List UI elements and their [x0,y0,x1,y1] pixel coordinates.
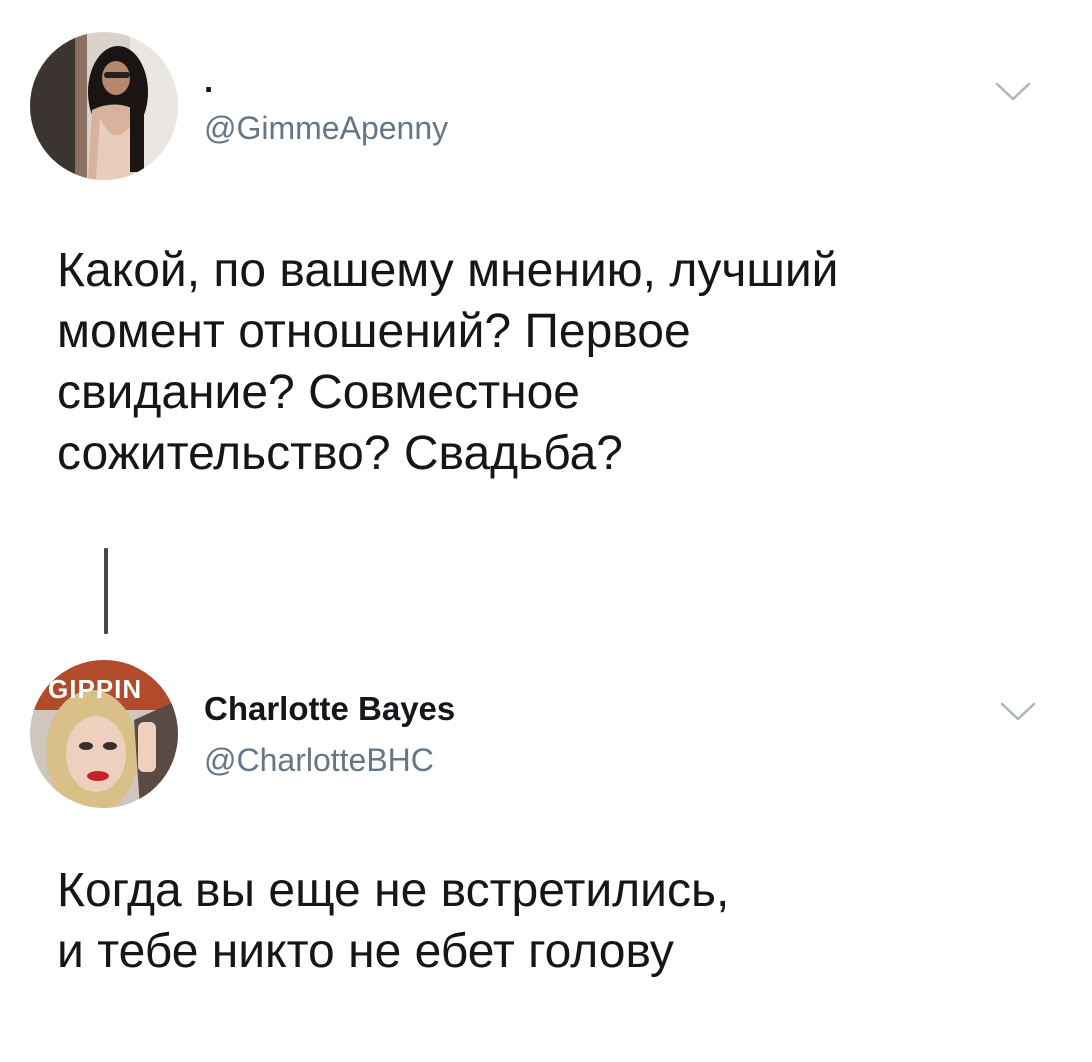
display-name[interactable]: Charlotte Bayes [204,690,455,728]
thread-connector [104,548,108,634]
chevron-down-icon[interactable] [993,80,1033,104]
tweet-reply: GIPPIN Charlotte Bayes @CharlotteBHC Ког… [0,650,1092,1062]
avatar-overlay-text: GIPPIN [48,674,143,704]
tweet-original: . @GimmeApenny Какой, по вашему мнению, … [0,0,1092,540]
avatar[interactable] [30,32,178,180]
chevron-down-icon[interactable] [998,700,1038,724]
tweet-text: Какой, по вашему мнению, лучший момент о… [57,244,839,480]
user-handle[interactable]: @GimmeApenny [204,110,448,147]
tweet-text: Когда вы еще не встретились, и тебе никт… [57,864,730,978]
user-handle[interactable]: @CharlotteBHC [204,742,434,779]
display-name[interactable]: . [204,62,213,100]
